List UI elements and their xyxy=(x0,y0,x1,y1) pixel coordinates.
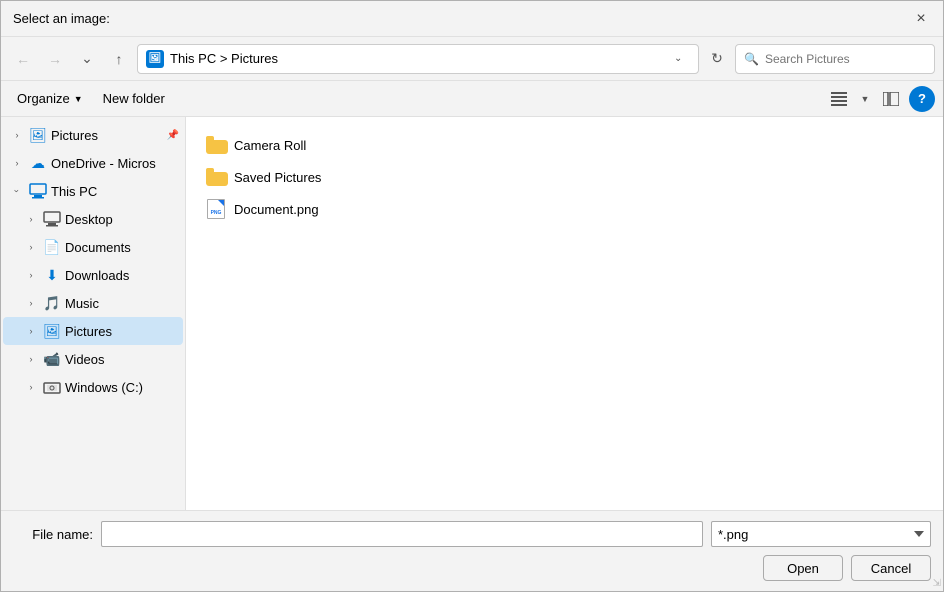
pane-button[interactable] xyxy=(877,85,905,113)
dialog-title: Select an image: xyxy=(13,11,110,26)
sidebar-label-downloads: Downloads xyxy=(65,268,129,283)
expand-arrow-videos: › xyxy=(23,354,39,364)
sidebar-item-documents[interactable]: › 📄 Documents xyxy=(3,233,183,261)
expand-arrow-desktop: › xyxy=(23,214,39,224)
expand-arrow-music: › xyxy=(23,298,39,308)
cancel-button[interactable]: Cancel xyxy=(851,555,931,581)
address-icon: 🖼 xyxy=(146,50,164,68)
sidebar-item-downloads[interactable]: › ⬇ Downloads xyxy=(3,261,183,289)
recent-locations-button[interactable]: ⌄ xyxy=(73,45,101,73)
expand-arrow-pictures-pinned: › xyxy=(9,130,25,140)
sidebar-label-onedrive: OneDrive - Micros xyxy=(51,156,156,171)
file-dialog: Select an image: × ← → ⌄ ↑ 🖼 This PC > P… xyxy=(0,0,944,592)
file-name-camera-roll: Camera Roll xyxy=(234,138,306,153)
sidebar-item-music[interactable]: › 🎵 Music xyxy=(3,289,183,317)
videos-icon: 📹 xyxy=(43,350,61,368)
sidebar-item-windows-c[interactable]: › Windows (C:) xyxy=(3,373,183,401)
expand-arrow-pictures: › xyxy=(23,326,39,336)
sidebar-item-desktop[interactable]: › Desktop xyxy=(3,205,183,233)
list-view-icon xyxy=(831,92,847,106)
sidebar-label-pictures-pinned: Pictures xyxy=(51,128,98,143)
sidebar-label-videos: Videos xyxy=(65,352,105,367)
address-dropdown-icon[interactable]: ⌄ xyxy=(674,53,690,64)
windowsc-icon xyxy=(43,378,61,396)
file-item-camera-roll[interactable]: Camera Roll xyxy=(198,129,931,161)
file-item-document-png[interactable]: PNG Document.png xyxy=(198,193,931,225)
sidebar-item-pictures-pinned[interactable]: › 🖼 Pictures 📌 xyxy=(3,121,183,149)
view-list-button[interactable] xyxy=(825,85,853,113)
sidebar-item-videos[interactable]: › 📹 Videos xyxy=(3,345,183,373)
file-name-row: File name: *.png xyxy=(13,521,931,547)
sidebar: › 🖼 Pictures 📌 › ☁ OneDrive - Micros › T… xyxy=(1,117,186,510)
main-area: › 🖼 Pictures 📌 › ☁ OneDrive - Micros › T… xyxy=(1,117,943,510)
up-button[interactable]: ↑ xyxy=(105,45,133,73)
toolbar: Organize ▼ New folder ▼ ? xyxy=(1,81,943,117)
search-icon: 🔍 xyxy=(744,52,759,66)
bottom-bar: File name: *.png Open Cancel xyxy=(1,510,943,591)
new-folder-label: New folder xyxy=(103,91,165,106)
sidebar-item-thispc[interactable]: › This PC xyxy=(3,177,183,205)
folder-icon-camera-roll xyxy=(206,135,226,155)
view-dropdown-icon: ▼ xyxy=(861,94,870,104)
close-button[interactable]: × xyxy=(907,5,935,33)
new-folder-button[interactable]: New folder xyxy=(95,86,173,112)
file-name-document-png: Document.png xyxy=(234,202,319,217)
title-bar: Select an image: × xyxy=(1,1,943,37)
sidebar-label-thispc: This PC xyxy=(51,184,97,199)
expand-arrow-windowsc: › xyxy=(23,382,39,392)
search-box[interactable]: 🔍 xyxy=(735,44,935,74)
nav-bar: ← → ⌄ ↑ 🖼 This PC > Pictures ⌄ ↻ 🔍 xyxy=(1,37,943,81)
expand-arrow-downloads: › xyxy=(23,270,39,280)
view-dropdown-button[interactable]: ▼ xyxy=(857,85,873,113)
sidebar-label-desktop: Desktop xyxy=(65,212,113,227)
help-button[interactable]: ? xyxy=(909,86,935,112)
pane-icon xyxy=(883,92,899,106)
search-input[interactable] xyxy=(765,52,926,66)
file-type-select[interactable]: *.png xyxy=(711,521,931,547)
forward-button[interactable]: → xyxy=(41,45,69,73)
address-text: This PC > Pictures xyxy=(170,51,668,66)
help-label: ? xyxy=(918,91,926,106)
back-button[interactable]: ← xyxy=(9,45,37,73)
file-name-label: File name: xyxy=(13,527,93,542)
pictures-icon: 🖼 xyxy=(43,322,61,340)
sidebar-item-pictures[interactable]: › 🖼 Pictures xyxy=(3,317,183,345)
downloads-icon: ⬇ xyxy=(43,266,61,284)
sidebar-label-windowsc: Windows (C:) xyxy=(65,380,143,395)
sidebar-label-pictures: Pictures xyxy=(65,324,112,339)
thispc-icon xyxy=(29,182,47,200)
documents-icon: 📄 xyxy=(43,238,61,256)
pin-icon: 📌 xyxy=(167,130,179,141)
open-button[interactable]: Open xyxy=(763,555,843,581)
file-item-saved-pictures[interactable]: Saved Pictures xyxy=(198,161,931,193)
refresh-button[interactable]: ↻ xyxy=(703,45,731,73)
organize-label: Organize xyxy=(17,91,70,106)
sidebar-label-documents: Documents xyxy=(65,240,131,255)
sidebar-item-onedrive[interactable]: › ☁ OneDrive - Micros xyxy=(3,149,183,177)
file-name-saved-pictures: Saved Pictures xyxy=(234,170,321,185)
png-file-icon: PNG xyxy=(206,199,226,219)
pictures-pinned-icon: 🖼 xyxy=(29,126,47,144)
resize-handle: ⇲ xyxy=(933,578,941,589)
organize-button[interactable]: Organize ▼ xyxy=(9,86,91,112)
music-icon: 🎵 xyxy=(43,294,61,312)
desktop-icon xyxy=(43,210,61,228)
buttons-row: Open Cancel xyxy=(13,555,931,581)
folder-icon-saved-pictures xyxy=(206,167,226,187)
file-name-input[interactable] xyxy=(101,521,703,547)
expand-arrow-onedrive: › xyxy=(9,158,25,168)
expand-arrow-documents: › xyxy=(23,242,39,252)
expand-arrow-thispc: › xyxy=(12,183,22,199)
onedrive-icon: ☁ xyxy=(29,154,47,172)
sidebar-label-music: Music xyxy=(65,296,99,311)
organize-dropdown-icon: ▼ xyxy=(74,94,83,104)
address-bar[interactable]: 🖼 This PC > Pictures ⌄ xyxy=(137,44,699,74)
file-area: Camera Roll Saved Pictures PNG xyxy=(186,117,943,510)
